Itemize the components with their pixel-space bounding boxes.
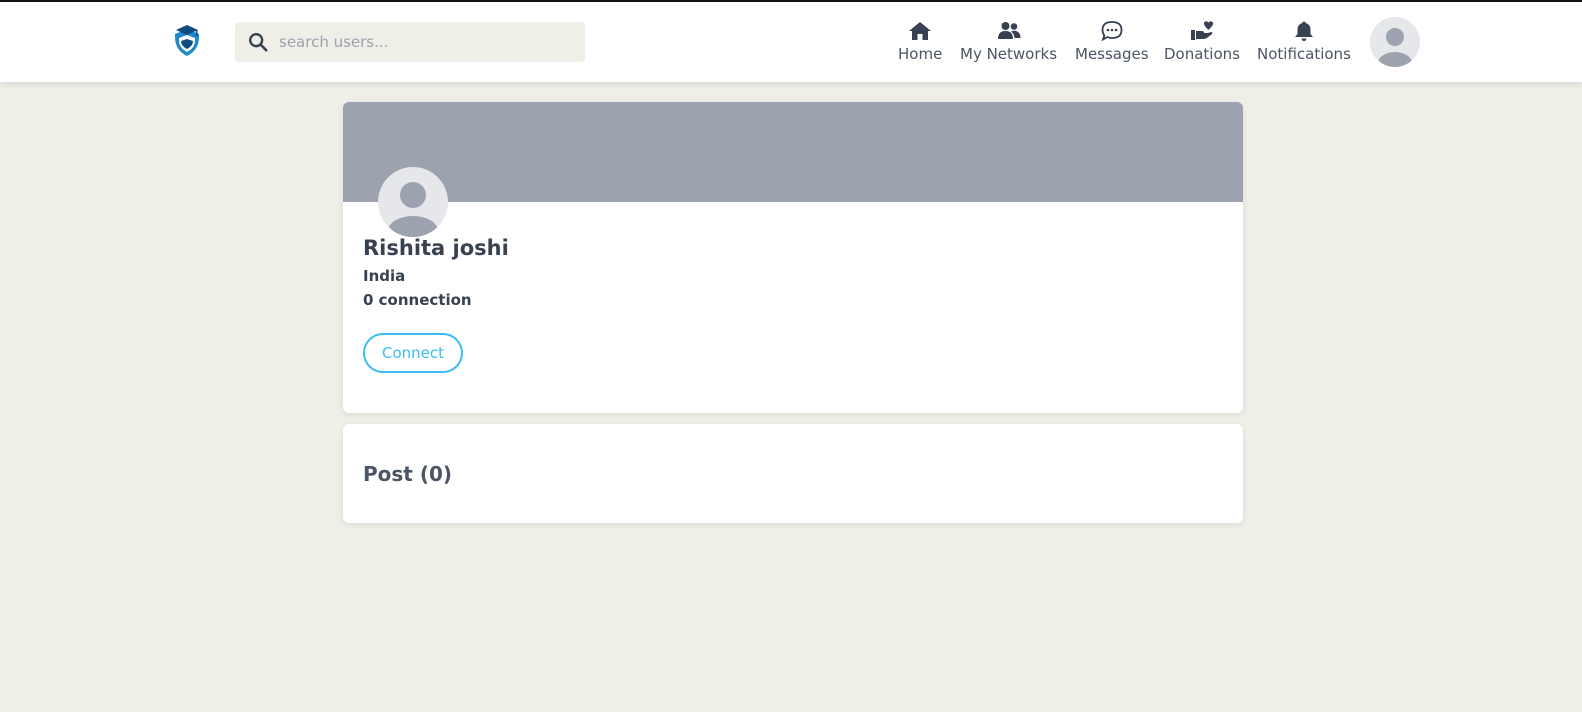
posts-card: Post (0) [343,424,1243,523]
home-icon [909,22,932,40]
nav-donations[interactable]: Donations [1164,20,1240,66]
user-avatar-icon [1378,28,1412,67]
user-avatar-menu[interactable] [1370,17,1420,67]
posts-title: Post (0) [363,462,453,486]
top-navbar: Home My Networks Messages Donations [0,2,1582,82]
profile-cover-banner [343,102,1243,202]
connect-button[interactable]: Connect [363,333,463,373]
bell-icon [1294,21,1313,41]
nav-notifications[interactable]: Notifications [1257,20,1351,66]
profile-country: India [363,267,406,285]
nav-home[interactable]: Home [898,20,942,66]
nav-donations-label: Donations [1164,45,1240,63]
search-bar [235,22,585,62]
chat-bubble-icon [1101,21,1123,42]
profile-connection-count: 0 connection [363,291,472,309]
nav-my-networks[interactable]: My Networks [960,20,1057,66]
search-icon[interactable] [247,31,269,53]
hand-heart-icon [1190,21,1214,40]
nav-my-networks-label: My Networks [960,45,1058,63]
profile-name: Rishita joshi [363,236,509,260]
app-logo-icon[interactable] [172,24,202,58]
nav-notifications-label: Notifications [1257,45,1351,63]
nav-messages-label: Messages [1075,45,1149,63]
nav-messages[interactable]: Messages [1075,20,1149,66]
search-input[interactable] [279,23,569,61]
nav-home-label: Home [898,45,943,63]
users-icon [997,22,1021,39]
profile-card: Rishita joshi India 0 connection Connect [343,102,1243,413]
user-avatar-icon [388,182,438,237]
profile-avatar [378,167,448,237]
